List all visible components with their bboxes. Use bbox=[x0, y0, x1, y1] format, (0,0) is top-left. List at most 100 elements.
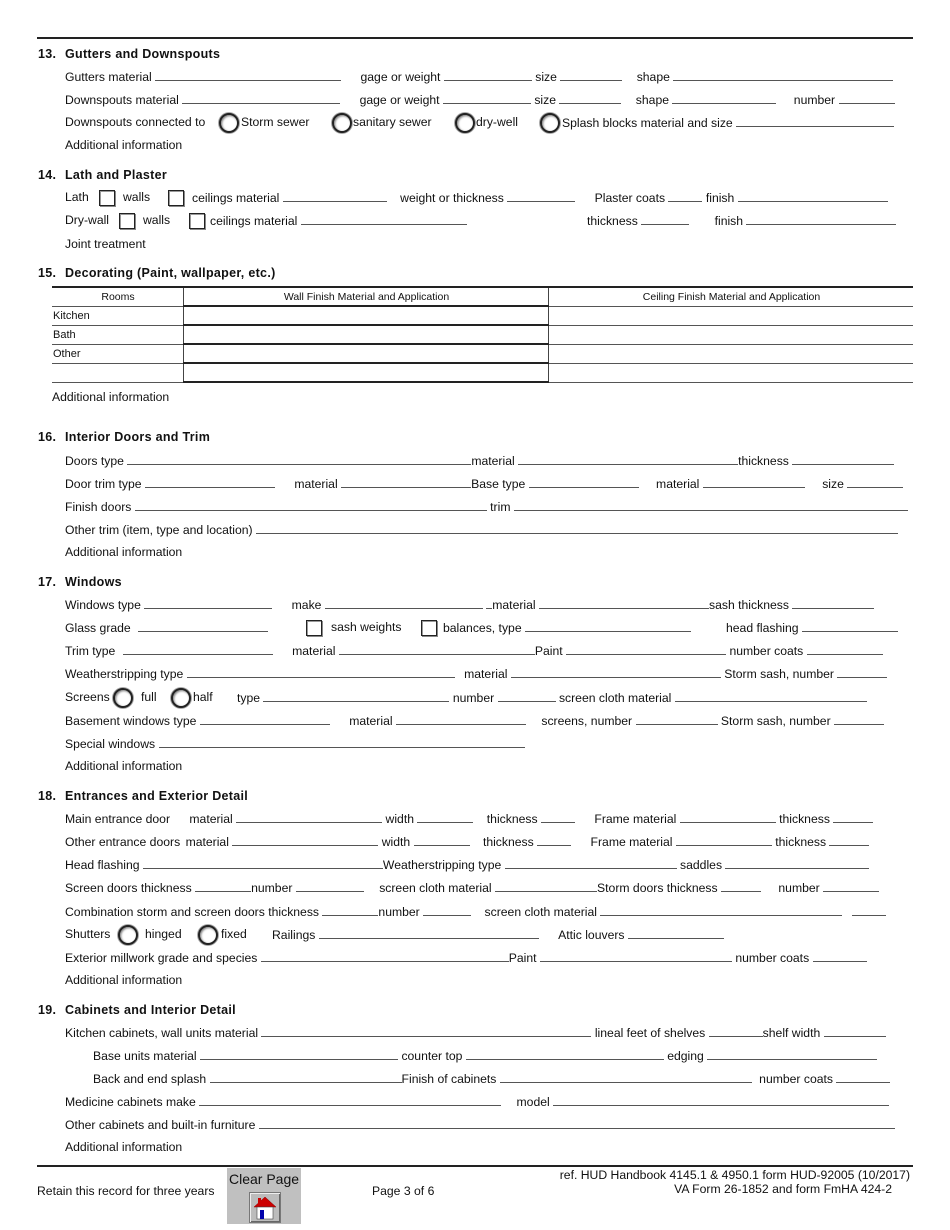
main-entrance-width-field[interactable] bbox=[417, 811, 474, 823]
other-trim-field[interactable] bbox=[256, 522, 899, 534]
shelf-width-field[interactable] bbox=[823, 1025, 886, 1037]
other-entrance-thickness-field[interactable] bbox=[537, 834, 572, 846]
screen-cloth-field[interactable] bbox=[674, 690, 867, 702]
other-entrance-material-field[interactable] bbox=[232, 834, 379, 846]
gutters-shape-field[interactable] bbox=[673, 69, 894, 81]
millwork-field[interactable] bbox=[260, 950, 509, 962]
balances-checkbox[interactable] bbox=[421, 620, 437, 636]
ceiling-finish-cell[interactable] bbox=[548, 324, 913, 344]
storm-doors-thickness-field[interactable] bbox=[721, 880, 761, 892]
drywall-ceilings-material-field[interactable] bbox=[300, 213, 467, 225]
wall-finish-cell[interactable] bbox=[183, 343, 549, 363]
trim-material-field[interactable] bbox=[338, 643, 535, 655]
storm-doors-number-field[interactable] bbox=[823, 880, 880, 892]
glass-grade-field[interactable] bbox=[138, 620, 269, 632]
lath-ceilings-checkbox[interactable] bbox=[168, 190, 184, 206]
entrance-weatherstripping-field[interactable] bbox=[504, 857, 677, 869]
weatherstripping-material-field[interactable] bbox=[510, 666, 721, 678]
combination-extra-field[interactable] bbox=[851, 904, 886, 916]
drywall-walls-checkbox[interactable] bbox=[119, 213, 135, 229]
lath-ceilings-material-field[interactable] bbox=[282, 190, 387, 202]
ceiling-finish-cell[interactable] bbox=[548, 362, 913, 383]
screens-half-radio[interactable] bbox=[171, 688, 191, 708]
entrance-head-flashing-field[interactable] bbox=[142, 857, 383, 869]
basement-windows-type-field[interactable] bbox=[199, 713, 330, 725]
combination-thickness-field[interactable] bbox=[322, 904, 379, 916]
cabinet-finish-field[interactable] bbox=[499, 1071, 752, 1083]
trim-coats-field[interactable] bbox=[806, 643, 883, 655]
trim-paint-field[interactable] bbox=[566, 643, 727, 655]
lath-walls-checkbox[interactable] bbox=[99, 190, 115, 206]
doors-thickness-field[interactable] bbox=[792, 453, 895, 465]
main-entrance-frame-thickness-field[interactable] bbox=[833, 811, 874, 823]
sash-weights-checkbox[interactable] bbox=[306, 620, 322, 636]
downspouts-gage-field[interactable] bbox=[442, 92, 531, 104]
combination-cloth-field[interactable] bbox=[600, 904, 843, 916]
shutters-hinged-radio[interactable] bbox=[118, 925, 138, 945]
weatherstripping-type-field[interactable] bbox=[186, 666, 455, 678]
kitchen-cabinets-field[interactable] bbox=[261, 1025, 592, 1037]
s16-additional-info[interactable]: Additional information bbox=[65, 545, 182, 560]
ceiling-finish-cell[interactable] bbox=[548, 305, 913, 325]
saddles-field[interactable] bbox=[725, 857, 870, 869]
other-entrance-frame-thickness-field[interactable] bbox=[829, 834, 870, 846]
basement-screens-field[interactable] bbox=[635, 713, 718, 725]
screens-full-radio[interactable] bbox=[113, 688, 133, 708]
main-entrance-frame-field[interactable] bbox=[679, 811, 776, 823]
edging-field[interactable] bbox=[707, 1048, 878, 1060]
base-units-field[interactable] bbox=[200, 1048, 399, 1060]
downspouts-material-field[interactable] bbox=[182, 92, 341, 104]
windows-material-field[interactable] bbox=[539, 597, 709, 609]
downspouts-number-field[interactable] bbox=[838, 92, 895, 104]
screens-number-field[interactable] bbox=[497, 690, 556, 702]
s18-additional-info[interactable]: Additional information bbox=[65, 973, 182, 988]
main-entrance-thickness-field[interactable] bbox=[540, 811, 575, 823]
doors-type-field[interactable] bbox=[127, 453, 472, 465]
s13-additional-info[interactable]: Additional information bbox=[65, 138, 182, 153]
other-entrance-frame-field[interactable] bbox=[675, 834, 772, 846]
sanitary-sewer-radio[interactable] bbox=[332, 113, 352, 133]
drywall-ceilings-checkbox[interactable] bbox=[189, 213, 205, 229]
dry-well-radio[interactable] bbox=[455, 113, 475, 133]
special-windows-field[interactable] bbox=[158, 736, 525, 748]
counter-top-field[interactable] bbox=[465, 1048, 664, 1060]
plaster-coats-field[interactable] bbox=[668, 190, 703, 202]
windows-make-field[interactable] bbox=[324, 597, 483, 609]
screen-doors-cloth-field[interactable] bbox=[495, 880, 598, 892]
screen-doors-number-field[interactable] bbox=[295, 880, 364, 892]
millwork-coats-field[interactable] bbox=[812, 950, 867, 962]
wall-finish-cell[interactable] bbox=[183, 324, 549, 344]
storm-sash-field[interactable] bbox=[837, 666, 888, 678]
medicine-model-field[interactable] bbox=[553, 1094, 890, 1106]
screen-doors-thickness-field[interactable] bbox=[195, 880, 252, 892]
splash-blocks-field[interactable] bbox=[736, 115, 895, 127]
splash-field[interactable] bbox=[209, 1071, 402, 1083]
plaster-finish-field[interactable] bbox=[737, 190, 888, 202]
splash-blocks-radio[interactable] bbox=[540, 113, 560, 133]
basement-storm-sash-field[interactable] bbox=[834, 713, 885, 725]
gutters-size-field[interactable] bbox=[560, 69, 623, 81]
basement-material-field[interactable] bbox=[395, 713, 526, 725]
s19-additional-info[interactable]: Additional information bbox=[65, 1140, 182, 1155]
attic-louvers-field[interactable] bbox=[627, 927, 724, 939]
s15-additional-info[interactable]: Additional information bbox=[52, 390, 169, 405]
wall-finish-cell[interactable] bbox=[183, 362, 549, 383]
room-cell[interactable] bbox=[52, 362, 184, 383]
base-size-field[interactable] bbox=[847, 476, 904, 488]
drywall-thickness-field[interactable] bbox=[641, 213, 690, 225]
screens-type-field[interactable] bbox=[263, 690, 450, 702]
joint-treatment-label[interactable]: Joint treatment bbox=[65, 237, 146, 252]
downspouts-shape-field[interactable] bbox=[672, 92, 777, 104]
drywall-finish-field[interactable] bbox=[746, 213, 897, 225]
shutters-fixed-radio[interactable] bbox=[198, 925, 218, 945]
door-trim-material-field[interactable] bbox=[341, 476, 472, 488]
doors-material-field[interactable] bbox=[518, 453, 739, 465]
windows-type-field[interactable] bbox=[144, 597, 273, 609]
cabinet-coats-field[interactable] bbox=[836, 1071, 891, 1083]
balances-type-field[interactable] bbox=[525, 620, 691, 632]
combination-number-field[interactable] bbox=[423, 904, 472, 916]
finish-doors-field[interactable] bbox=[134, 499, 487, 511]
ceiling-finish-cell[interactable] bbox=[548, 343, 913, 363]
other-cabinets-field[interactable] bbox=[258, 1117, 895, 1129]
millwork-paint-field[interactable] bbox=[539, 950, 732, 962]
